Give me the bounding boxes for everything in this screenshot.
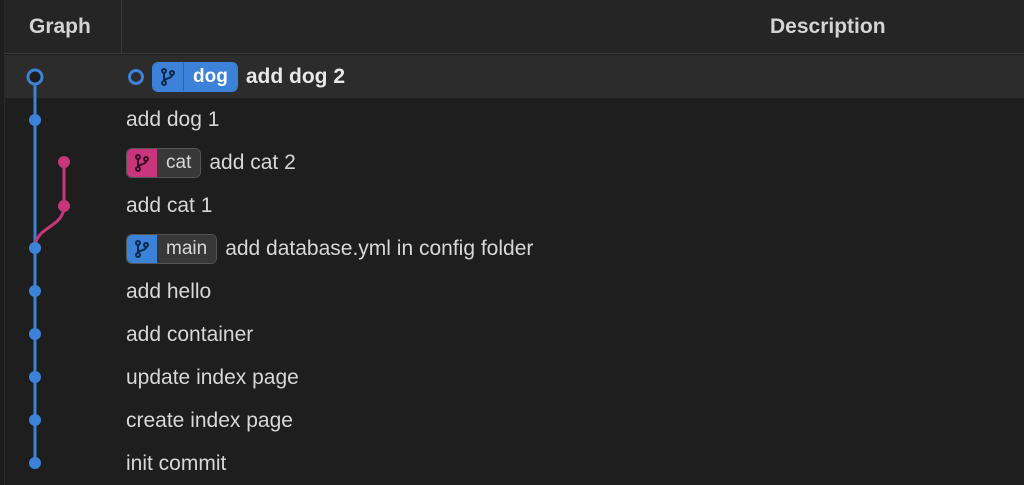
commit-node[interactable]: [29, 328, 41, 340]
commit-node[interactable]: [29, 285, 41, 297]
commit-message: add database.yml in config folder: [225, 236, 534, 260]
commit-row[interactable]: main add database.yml in config folder: [5, 227, 1024, 270]
source-control-graph-view: Graph Description dog add dog 2 add dog …: [4, 0, 1024, 485]
commit-node[interactable]: [29, 371, 41, 383]
git-branch-icon: [127, 148, 157, 177]
commit-message: create index page: [126, 408, 293, 432]
branch-badge-label: main: [157, 234, 217, 263]
commit-node[interactable]: [29, 114, 41, 126]
commit-row[interactable]: add hello: [5, 270, 1024, 313]
commit-message: init commit: [126, 451, 227, 475]
commit-message: add cat 2: [209, 150, 296, 174]
branch-badge-label: dog: [184, 62, 237, 91]
git-branch-icon: [127, 234, 157, 263]
commit-message: add container: [126, 322, 254, 346]
commit-message: update index page: [126, 365, 299, 389]
branch-badge-label: cat: [157, 148, 201, 177]
commit-message: add dog 1: [126, 107, 220, 131]
commit-node[interactable]: [58, 156, 70, 168]
commit-row[interactable]: add dog 1: [5, 98, 1024, 141]
description-column-label[interactable]: Description: [770, 15, 886, 39]
commit-node[interactable]: [29, 457, 41, 469]
commit-node[interactable]: [29, 242, 41, 254]
branch-badge-cat[interactable]: cat: [126, 147, 202, 178]
current-commit-ring-icon: [128, 68, 144, 85]
git-branch-icon: [153, 62, 184, 91]
commit-row[interactable]: cat add cat 2: [5, 141, 1024, 184]
commit-row[interactable]: add cat 1: [5, 184, 1024, 227]
commit-node-current[interactable]: [26, 68, 44, 86]
commit-row[interactable]: dog add dog 2: [5, 55, 1024, 98]
commit-message: add dog 2: [245, 64, 345, 88]
graph-table-header: Graph Description: [5, 0, 1024, 54]
commit-node[interactable]: [29, 414, 41, 426]
branch-badge-main[interactable]: main: [126, 233, 218, 264]
commit-message: add hello: [126, 279, 212, 303]
commit-node[interactable]: [58, 200, 70, 212]
commit-row[interactable]: create index page: [5, 399, 1024, 442]
commit-message: add cat 1: [126, 193, 213, 217]
commit-row[interactable]: update index page: [5, 356, 1024, 399]
commit-row[interactable]: init commit: [5, 442, 1024, 485]
branch-badge-dog[interactable]: dog: [152, 61, 238, 92]
commit-graph: [26, 68, 70, 469]
commit-row[interactable]: add container: [5, 313, 1024, 356]
